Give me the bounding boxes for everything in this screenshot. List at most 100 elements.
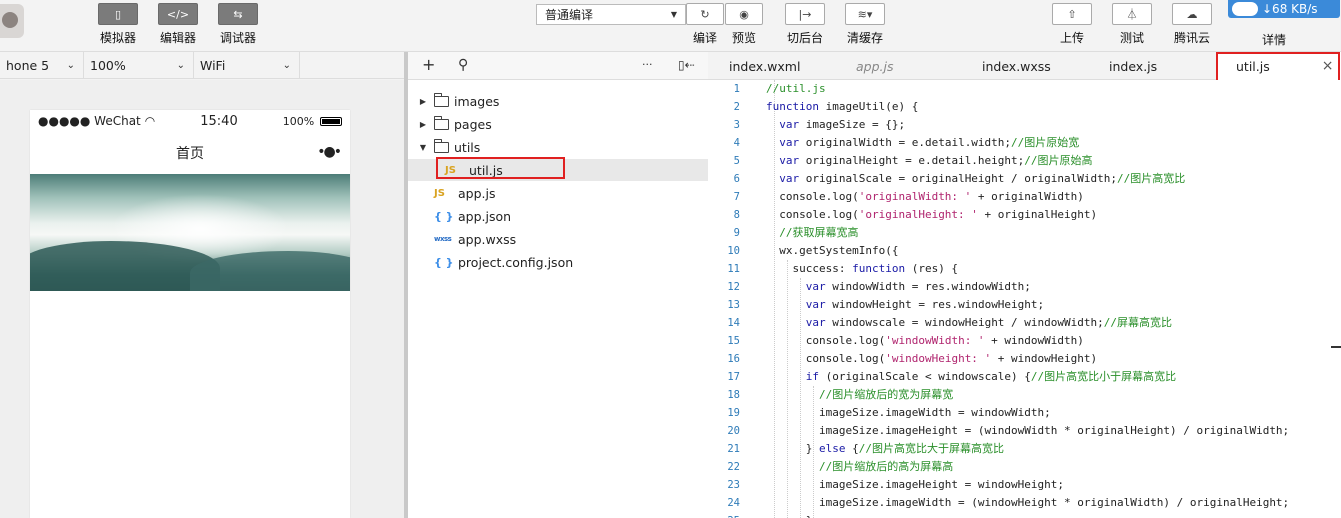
code-text: } else {//图片高宽比大于屏幕高宽比 [766, 442, 1004, 455]
code-text: //获取屏幕宽高 [779, 226, 859, 239]
chevron-down-icon: ⌄ [66, 60, 75, 71]
switch-background-icon: |→ [798, 7, 812, 21]
tree-item-label: app.json [458, 208, 512, 224]
code-line[interactable]: 11 success: function (res) { [708, 260, 1341, 278]
line-number: 4 [733, 137, 740, 149]
code-line[interactable]: 8 console.log('originalHeight: ' + origi… [708, 206, 1341, 224]
tab-label: index.wxss [982, 58, 1051, 74]
code-line[interactable]: 25 } [708, 512, 1341, 518]
search-icon[interactable]: ⚲ [458, 57, 468, 73]
line-number: 7 [733, 191, 740, 203]
net-speed-badge: ↓68 KB/s [1228, 0, 1340, 18]
code-text: imageSize.imageHeight = windowHeight; [766, 478, 1065, 491]
folder-icon [434, 92, 449, 107]
tab-app-js[interactable]: app.js [856, 52, 894, 80]
chevron-down-icon: ⌄ [176, 60, 185, 71]
code-text: var originalScale = originalHeight / ori… [779, 172, 1186, 185]
compile-button[interactable]: ↻ 编译 [686, 3, 724, 46]
tab-index-wxml[interactable]: index.wxml [729, 52, 800, 80]
code-line[interactable]: 16 console.log('windowHeight: ' + window… [708, 350, 1341, 368]
more-options-icon[interactable]: ··· [642, 58, 653, 71]
code-text: var windowscale = windowHeight / windowW… [805, 316, 1173, 329]
avatar[interactable] [0, 4, 24, 38]
code-line[interactable]: 14 var windowscale = windowHeight / wind… [708, 314, 1341, 332]
code-line[interactable]: 1 //util.js [708, 80, 1341, 98]
code-line[interactable]: 2 function imageUtil(e) { [708, 98, 1341, 116]
code-line[interactable]: 21 } else {//图片高宽比大于屏幕高宽比 [708, 440, 1341, 458]
scrollbar-thumb[interactable] [1331, 346, 1341, 348]
code-line[interactable]: 9 //获取屏幕宽高 [708, 224, 1341, 242]
js-file-icon: JS [434, 187, 445, 199]
tree-folder-utils[interactable]: ▼ utils [418, 136, 480, 158]
phone-status-bar: ●●●●● WeChat ◠ 15:40 100% [30, 110, 350, 132]
code-text: //util.js [766, 82, 826, 95]
zoom-value: 100% [90, 58, 126, 73]
tree-file-app-js[interactable]: JS app.js [434, 182, 496, 204]
network-select[interactable]: WiFi ⌄ [194, 52, 300, 79]
test-label: 测试 [1119, 31, 1144, 45]
preview-label: 预览 [731, 31, 756, 45]
code-text: if (originalScale < windowscale) {//图片高宽… [805, 370, 1177, 383]
upload-label: 上传 [1059, 31, 1084, 45]
tencent-cloud-button[interactable]: ☁ 腾讯云 [1172, 3, 1212, 46]
editor-button[interactable]: </> 编辑器 [158, 3, 198, 46]
code-line[interactable]: 23 imageSize.imageHeight = windowHeight; [708, 476, 1341, 494]
code-line[interactable]: 20 imageSize.imageHeight = (windowWidth … [708, 422, 1341, 440]
tab-index-wxss[interactable]: index.wxss [982, 52, 1051, 80]
code-line[interactable]: 7 console.log('originalWidth: ' + origin… [708, 188, 1341, 206]
test-button[interactable]: ⏃ 测试 [1112, 3, 1152, 46]
line-number: 17 [727, 371, 740, 383]
phone-screen[interactable]: ●●●●● WeChat ◠ 15:40 100% 首页 •●• [30, 110, 350, 518]
simulator-button[interactable]: ▯ 模拟器 [98, 3, 138, 46]
line-number: 24 [727, 497, 740, 509]
highlight-box-tree [436, 157, 565, 179]
code-line[interactable]: 6 var originalScale = originalHeight / o… [708, 170, 1341, 188]
line-number: 3 [733, 119, 740, 131]
collapse-panel-icon[interactable]: ▯⇠ [678, 58, 695, 72]
tree-file-app-wxss[interactable]: wxss app.wxss [434, 228, 516, 250]
code-line[interactable]: 5 var originalHeight = e.detail.height;/… [708, 152, 1341, 170]
upload-button[interactable]: ⇧ 上传 [1052, 3, 1092, 46]
tab-index-js[interactable]: index.js [1109, 52, 1157, 80]
folder-open-icon [434, 138, 449, 153]
zoom-select[interactable]: 100% ⌄ [84, 52, 194, 79]
code-line[interactable]: 24 imageSize.imageWidth = (windowHeight … [708, 494, 1341, 512]
line-number: 16 [727, 353, 740, 365]
more-icon[interactable]: •●• [317, 144, 342, 160]
code-editor[interactable]: 1 //util.js 2 function imageUtil(e) {3 var … [708, 80, 1341, 518]
code-text: var windowWidth = res.windowWidth; [805, 280, 1031, 293]
tree-file-project-config[interactable]: { } project.config.json [434, 251, 573, 273]
code-line[interactable]: 19 imageSize.imageWidth = windowWidth; [708, 404, 1341, 422]
tree-file-app-json[interactable]: { } app.json [434, 205, 511, 227]
battery-icon [320, 117, 342, 126]
code-line[interactable]: 4 var originalWidth = e.detail.width;//图… [708, 134, 1341, 152]
details-button[interactable]: 详情 [1262, 31, 1286, 48]
preview-button[interactable]: ◉ 预览 [725, 3, 763, 46]
code-line[interactable]: 17 if (originalScale < windowscale) {//图… [708, 368, 1341, 386]
line-number: 1 [733, 83, 740, 95]
code-line[interactable]: 12 var windowWidth = res.windowWidth; [708, 278, 1341, 296]
tab-label: app.js [856, 58, 894, 74]
code-line[interactable]: 3 var imageSize = {}; [708, 116, 1341, 134]
code-text: function imageUtil(e) { [766, 100, 919, 113]
code-line[interactable]: 10 wx.getSystemInfo({ [708, 242, 1341, 260]
device-select[interactable]: hone 5 ⌄ [0, 52, 84, 79]
editor-label: 编辑器 [159, 31, 196, 45]
code-text: success: function (res) { [766, 262, 959, 275]
phone-icon: ▯ [114, 7, 122, 21]
tree-item-label: pages [454, 116, 492, 132]
switch-background-button[interactable]: |→ 切后台 [785, 3, 825, 46]
debugger-button[interactable]: ⇆ 调试器 [218, 3, 258, 46]
code-line[interactable]: 22 //图片缩放后的高为屏幕高 [708, 458, 1341, 476]
code-line[interactable]: 13 var windowHeight = res.windowHeight; [708, 296, 1341, 314]
tree-folder-images[interactable]: ▶ images [418, 90, 499, 112]
wxss-file-icon: wxss [434, 235, 452, 243]
add-icon[interactable]: + [422, 55, 435, 74]
line-number: 13 [727, 299, 740, 311]
file-explorer-toolbar: + ⚲ ··· ▯⇠ [408, 52, 708, 80]
clear-cache-button[interactable]: ≋▾ 清缓存 [845, 3, 885, 46]
tree-folder-pages[interactable]: ▶ pages [418, 113, 492, 135]
compile-mode-select[interactable]: 普通编译 ▼ [536, 4, 686, 25]
code-line[interactable]: 18 //图片缩放后的宽为屏幕宽 [708, 386, 1341, 404]
code-line[interactable]: 15 console.log('windowWidth: ' + windowW… [708, 332, 1341, 350]
